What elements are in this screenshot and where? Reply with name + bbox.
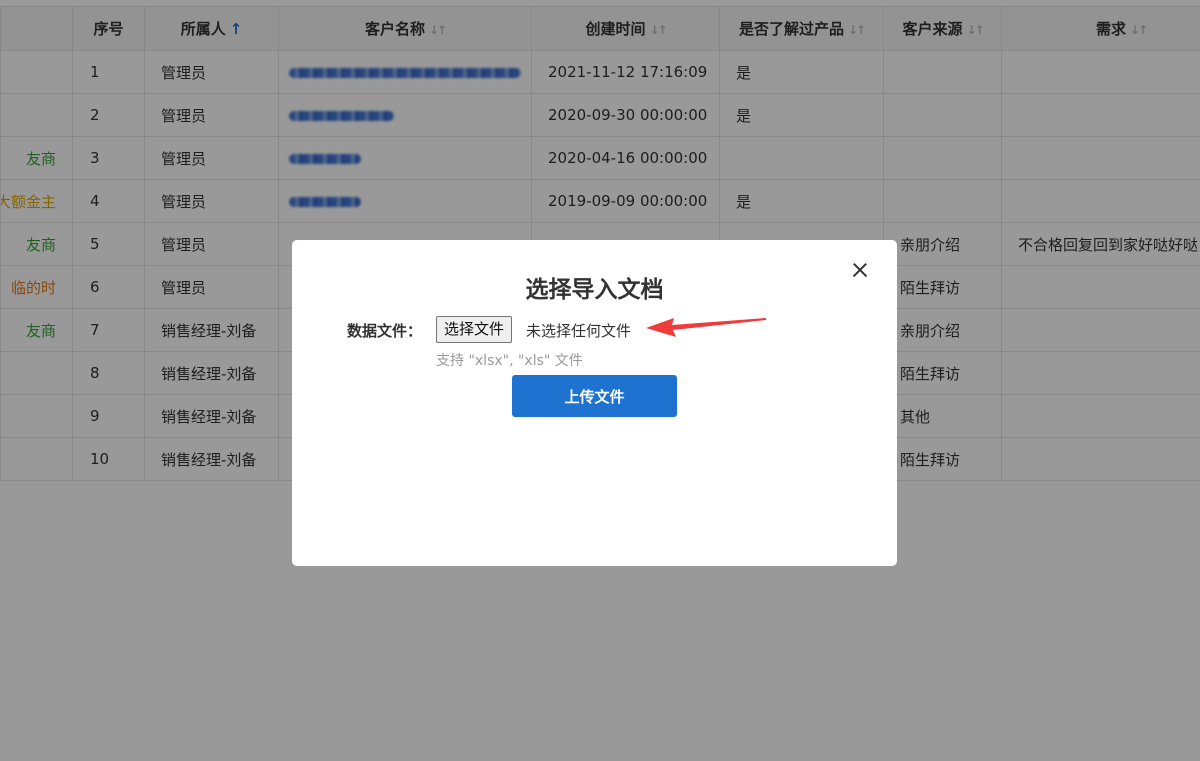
modal-title: 选择导入文档: [525, 277, 664, 303]
red-arrow-icon: [646, 318, 766, 337]
file-type-hint: 支持 "xlsx", "xls" 文件: [436, 353, 583, 369]
close-icon[interactable]: [848, 258, 872, 282]
choose-file-button[interactable]: 选择文件: [436, 316, 513, 343]
file-status-text: 未选择任何文件: [526, 322, 632, 340]
data-file-label: 数据文件：: [347, 322, 423, 340]
import-modal: 选择导入文档 数据文件： 选择文件 未选择任何文件 支持 "xlsx", "xl…: [292, 240, 897, 566]
upload-file-button[interactable]: 上传文件: [512, 375, 677, 417]
